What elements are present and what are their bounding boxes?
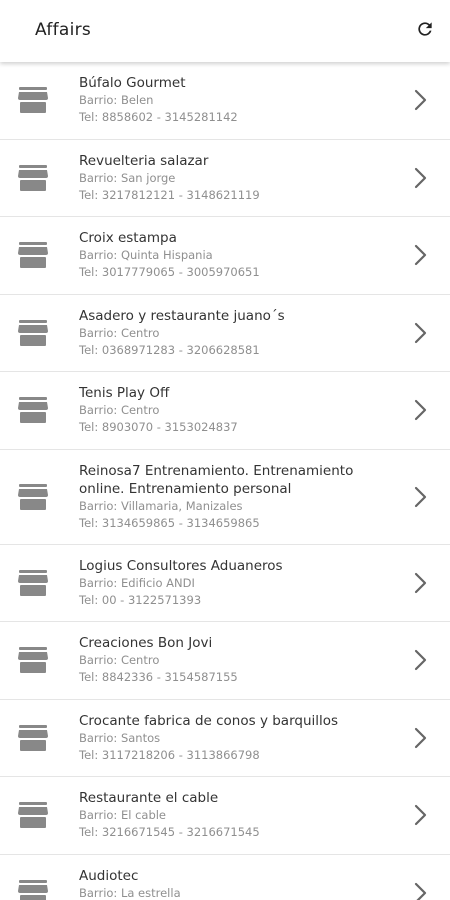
store-icon <box>17 164 49 192</box>
affair-name: Tenis Play Off <box>79 385 170 402</box>
chevron-right-icon[interactable] <box>414 167 428 189</box>
store-icon <box>17 86 49 114</box>
chevron-right-icon[interactable] <box>414 322 428 344</box>
list-item[interactable]: Reinosa7 Entrenamiento. Entrenamiento on… <box>0 450 450 545</box>
affair-barrio: Barrio: El cable <box>79 808 167 823</box>
list-item-content: Creaciones Bon Jovi Barrio: Centro Tel: 88… <box>79 634 398 686</box>
chevron-right-icon[interactable] <box>414 804 428 826</box>
chevron-right-icon[interactable] <box>414 727 428 749</box>
affair-barrio: Barrio: Santos <box>79 730 161 745</box>
chevron-right-icon[interactable] <box>414 649 428 671</box>
list-item-content: Reinosa7 Entrenamiento. Entrenamiento on… <box>79 462 398 532</box>
store-icon <box>17 241 49 269</box>
affair-name: Crocante fabrica de conos y barquillos <box>79 712 339 729</box>
affair-barrio: Barrio: Belen <box>79 93 154 108</box>
list-item-content: Crocante fabrica de conos y barquillos Ba… <box>79 712 398 764</box>
affair-barrio: Barrio: Centro <box>79 325 160 340</box>
store-icon <box>17 569 49 597</box>
list-item-content: Búfalo Gourmet Barrio: Belen Tel: 8858602 … <box>79 74 398 126</box>
affair-barrio: Barrio: San jorge <box>79 170 176 185</box>
store-icon <box>17 483 49 511</box>
list-item-content: Restaurante el cable Barrio: El cable Tel:… <box>79 789 398 841</box>
store-icon <box>17 801 49 829</box>
store-icon <box>17 396 49 424</box>
affairs-list: Búfalo Gourmet Barrio: Belen Tel: 8858602 … <box>0 62 450 900</box>
list-item[interactable]: Croix estampa Barrio: Quinta Hispania Tel:… <box>0 217 450 295</box>
store-icon <box>17 879 49 900</box>
affair-phone: Tel: 3117218206 - 3113866798 <box>79 747 260 762</box>
affair-barrio: Barrio: Villamaria, Manizales <box>79 498 243 513</box>
affair-barrio: Barrio: Edificio ANDI <box>79 575 195 590</box>
list-item[interactable]: Búfalo Gourmet Barrio: Belen Tel: 8858602 … <box>0 62 450 140</box>
list-item-content: AudiotecBarrio: La estrellaTel: 32182967… <box>79 867 398 900</box>
list-item[interactable]: Revuelteria salazar Barrio: San jorge Tel:… <box>0 140 450 217</box>
affair-name: Búfalo Gourmet <box>79 75 186 92</box>
affair-barrio: Barrio: Centro <box>79 653 160 668</box>
affair-phone: Tel: 0368971283 - 3206628581 <box>79 342 260 357</box>
list-item[interactable]: Tenis Play Off Barrio: Centro Tel: 8903070… <box>0 372 450 450</box>
chevron-right-icon[interactable] <box>414 486 428 508</box>
list-item-content: Asadero y restaurante juano´s Barrio: Cen… <box>79 307 398 359</box>
affair-barrio: Barrio: Centro <box>79 403 160 418</box>
list-item[interactable]: AudiotecBarrio: La estrellaTel: 32182967… <box>0 855 450 900</box>
affair-phone: Tel: 8903070 - 3153024837 <box>79 420 238 435</box>
affair-phone: Tel: 8842336 - 3154587155 <box>79 670 238 685</box>
affair-phone: Tel: 8858602 - 3145281142 <box>79 110 238 125</box>
affair-name: Logius Consultores Aduaneros <box>79 557 283 574</box>
list-item-content: Logius Consultores Aduaneros Barrio: Edif… <box>79 557 398 609</box>
affair-barrio: Barrio: La estrella <box>79 885 181 900</box>
list-item[interactable]: Restaurante el cable Barrio: El cable Tel:… <box>0 777 450 855</box>
affair-phone: Tel: 3134659865 - 3134659865 <box>79 515 260 530</box>
list-item-content: Revuelteria salazar Barrio: San jorge Tel:… <box>79 152 398 204</box>
affair-phone: Tel: 00 - 3122571393 <box>79 592 202 607</box>
app-bar: Affairs <box>0 0 450 62</box>
affair-name: Revuelteria salazar <box>79 152 209 169</box>
chevron-right-icon[interactable] <box>414 244 428 266</box>
affair-barrio: Barrio: Quinta Hispania <box>79 248 213 263</box>
affair-phone: Tel: 3216671545 - 3216671545 <box>79 825 260 840</box>
list-item-content: Tenis Play Off Barrio: Centro Tel: 8903070… <box>79 384 398 436</box>
list-item[interactable]: Crocante fabrica de conos y barquillos Ba… <box>0 700 450 777</box>
affair-name: Audiotec <box>79 867 139 884</box>
store-icon <box>17 646 49 674</box>
affair-phone: Tel: 3217812121 - 3148621119 <box>79 187 260 202</box>
refresh-button[interactable] <box>412 16 438 42</box>
chevron-right-icon[interactable] <box>414 399 428 421</box>
chevron-right-icon[interactable] <box>414 572 428 594</box>
list-item-content: Croix estampa Barrio: Quinta Hispania Tel:… <box>79 229 398 281</box>
affair-name: Croix estampa <box>79 230 177 247</box>
refresh-icon <box>418 22 432 36</box>
affair-name: Reinosa7 Entrenamiento. Entrenamiento on… <box>79 462 354 497</box>
affair-name: Restaurante el cable <box>79 790 219 807</box>
affair-name: Asadero y restaurante juano´s <box>79 307 285 324</box>
page-title: Affairs <box>35 20 92 40</box>
list-item[interactable]: Creaciones Bon Jovi Barrio: Centro Tel: 88… <box>0 622 450 700</box>
chevron-right-icon[interactable] <box>414 89 428 111</box>
list-item[interactable]: Logius Consultores Aduaneros Barrio: Edif… <box>0 545 450 622</box>
list-item[interactable]: Asadero y restaurante juano´s Barrio: Cen… <box>0 295 450 372</box>
store-icon <box>17 724 49 752</box>
chevron-right-icon[interactable] <box>414 882 428 900</box>
affair-phone: Tel: 3017779065 - 3005970651 <box>79 265 260 280</box>
affair-name: Creaciones Bon Jovi <box>79 635 213 652</box>
store-icon <box>17 319 49 347</box>
